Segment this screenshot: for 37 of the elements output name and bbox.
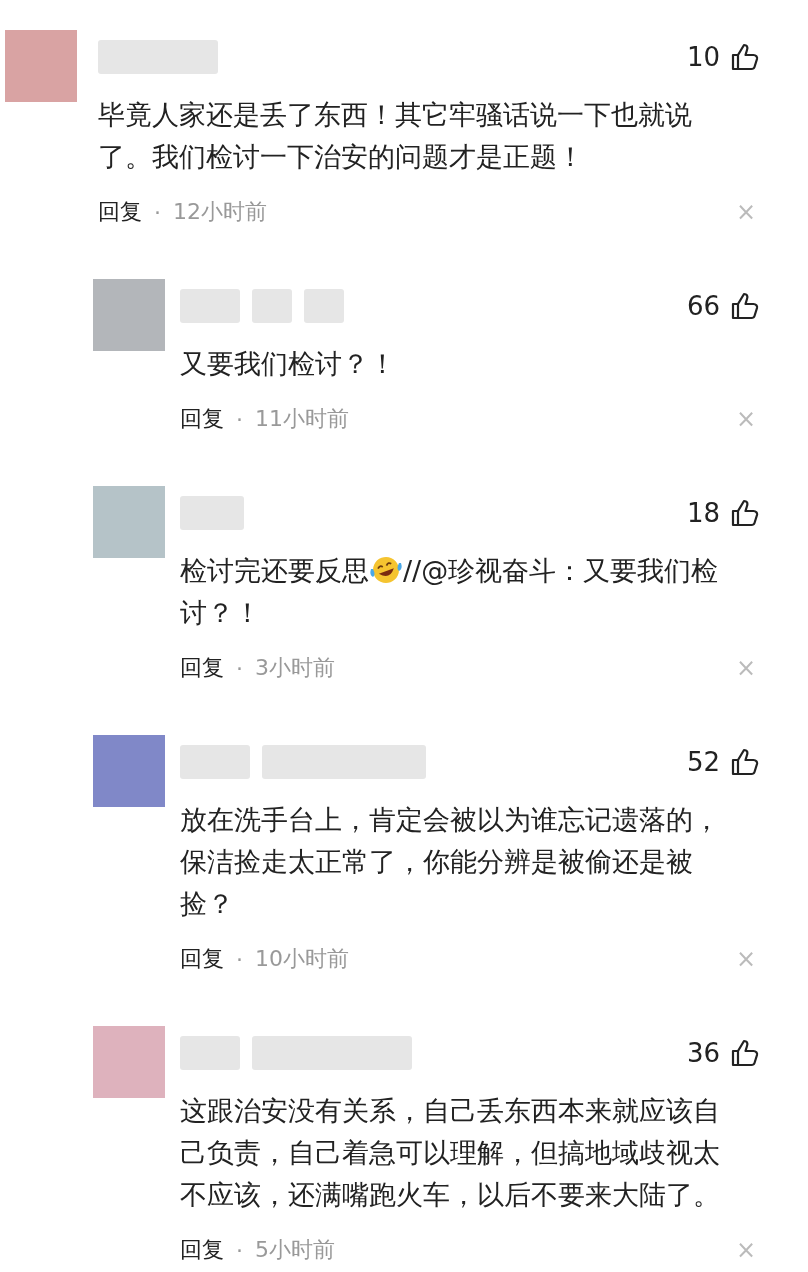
timestamp: 5小时前 <box>255 1236 335 1264</box>
comment-text: 这跟治安没有关系，自己丢东西本来就应该自己负责，自己着急可以理解，但搞地域歧视太不应该，还满嘴跑火车，以后不要来大陆了。 <box>180 1094 721 1212</box>
thumbs-up-icon[interactable] <box>730 498 760 528</box>
like-count: 52 <box>686 747 720 777</box>
blurred-name <box>304 289 344 323</box>
like-count: 10 <box>686 42 720 72</box>
reply-link[interactable]: 回复 <box>98 197 142 227</box>
blurred-name <box>180 1036 240 1070</box>
comment-text: 毕竟人家还是丢了东西！其它牢骚话说一下也就说了。我们检讨一下治安的问题才是正题！ <box>98 98 693 174</box>
timestamp: 12小时前 <box>173 198 267 226</box>
separator-dot: · <box>236 655 243 681</box>
separator-dot: · <box>236 1237 243 1263</box>
reply-link[interactable]: 回复 <box>180 1235 224 1265</box>
thumbs-up-icon[interactable] <box>730 1038 760 1068</box>
reply-link[interactable]: 回复 <box>180 944 224 974</box>
like-count: 18 <box>686 498 720 528</box>
blurred-name <box>180 496 244 530</box>
separator-dot: · <box>154 199 161 225</box>
thumbs-up-icon[interactable] <box>730 291 760 321</box>
blurred-name <box>180 745 250 779</box>
like-count: 66 <box>686 291 720 321</box>
reply-link[interactable]: 回复 <box>180 653 224 683</box>
comment-text: 检讨完还要反思 //@珍视奋斗：又要我们检讨？！ <box>180 554 720 630</box>
reply-link[interactable]: 回复 <box>180 404 224 434</box>
like-count: 36 <box>686 1038 720 1068</box>
separator-dot: · <box>236 946 243 972</box>
timestamp: 10小时前 <box>255 945 349 973</box>
comment-text: 放在洗手台上，肯定会被以为谁忘记遗落的，保洁捡走太正常了，你能分辨是被偷还是被捡？ <box>180 803 721 921</box>
thumbs-up-icon[interactable] <box>730 42 760 72</box>
blurred-name <box>180 289 240 323</box>
separator-dot: · <box>236 406 243 432</box>
laughing-crying-face-icon <box>369 555 403 585</box>
comment-text: 又要我们检讨？！ <box>180 347 397 381</box>
blurred-name <box>252 289 292 323</box>
timestamp: 11小时前 <box>255 405 349 433</box>
thumbs-up-icon[interactable] <box>730 747 760 777</box>
timestamp: 3小时前 <box>255 654 335 682</box>
